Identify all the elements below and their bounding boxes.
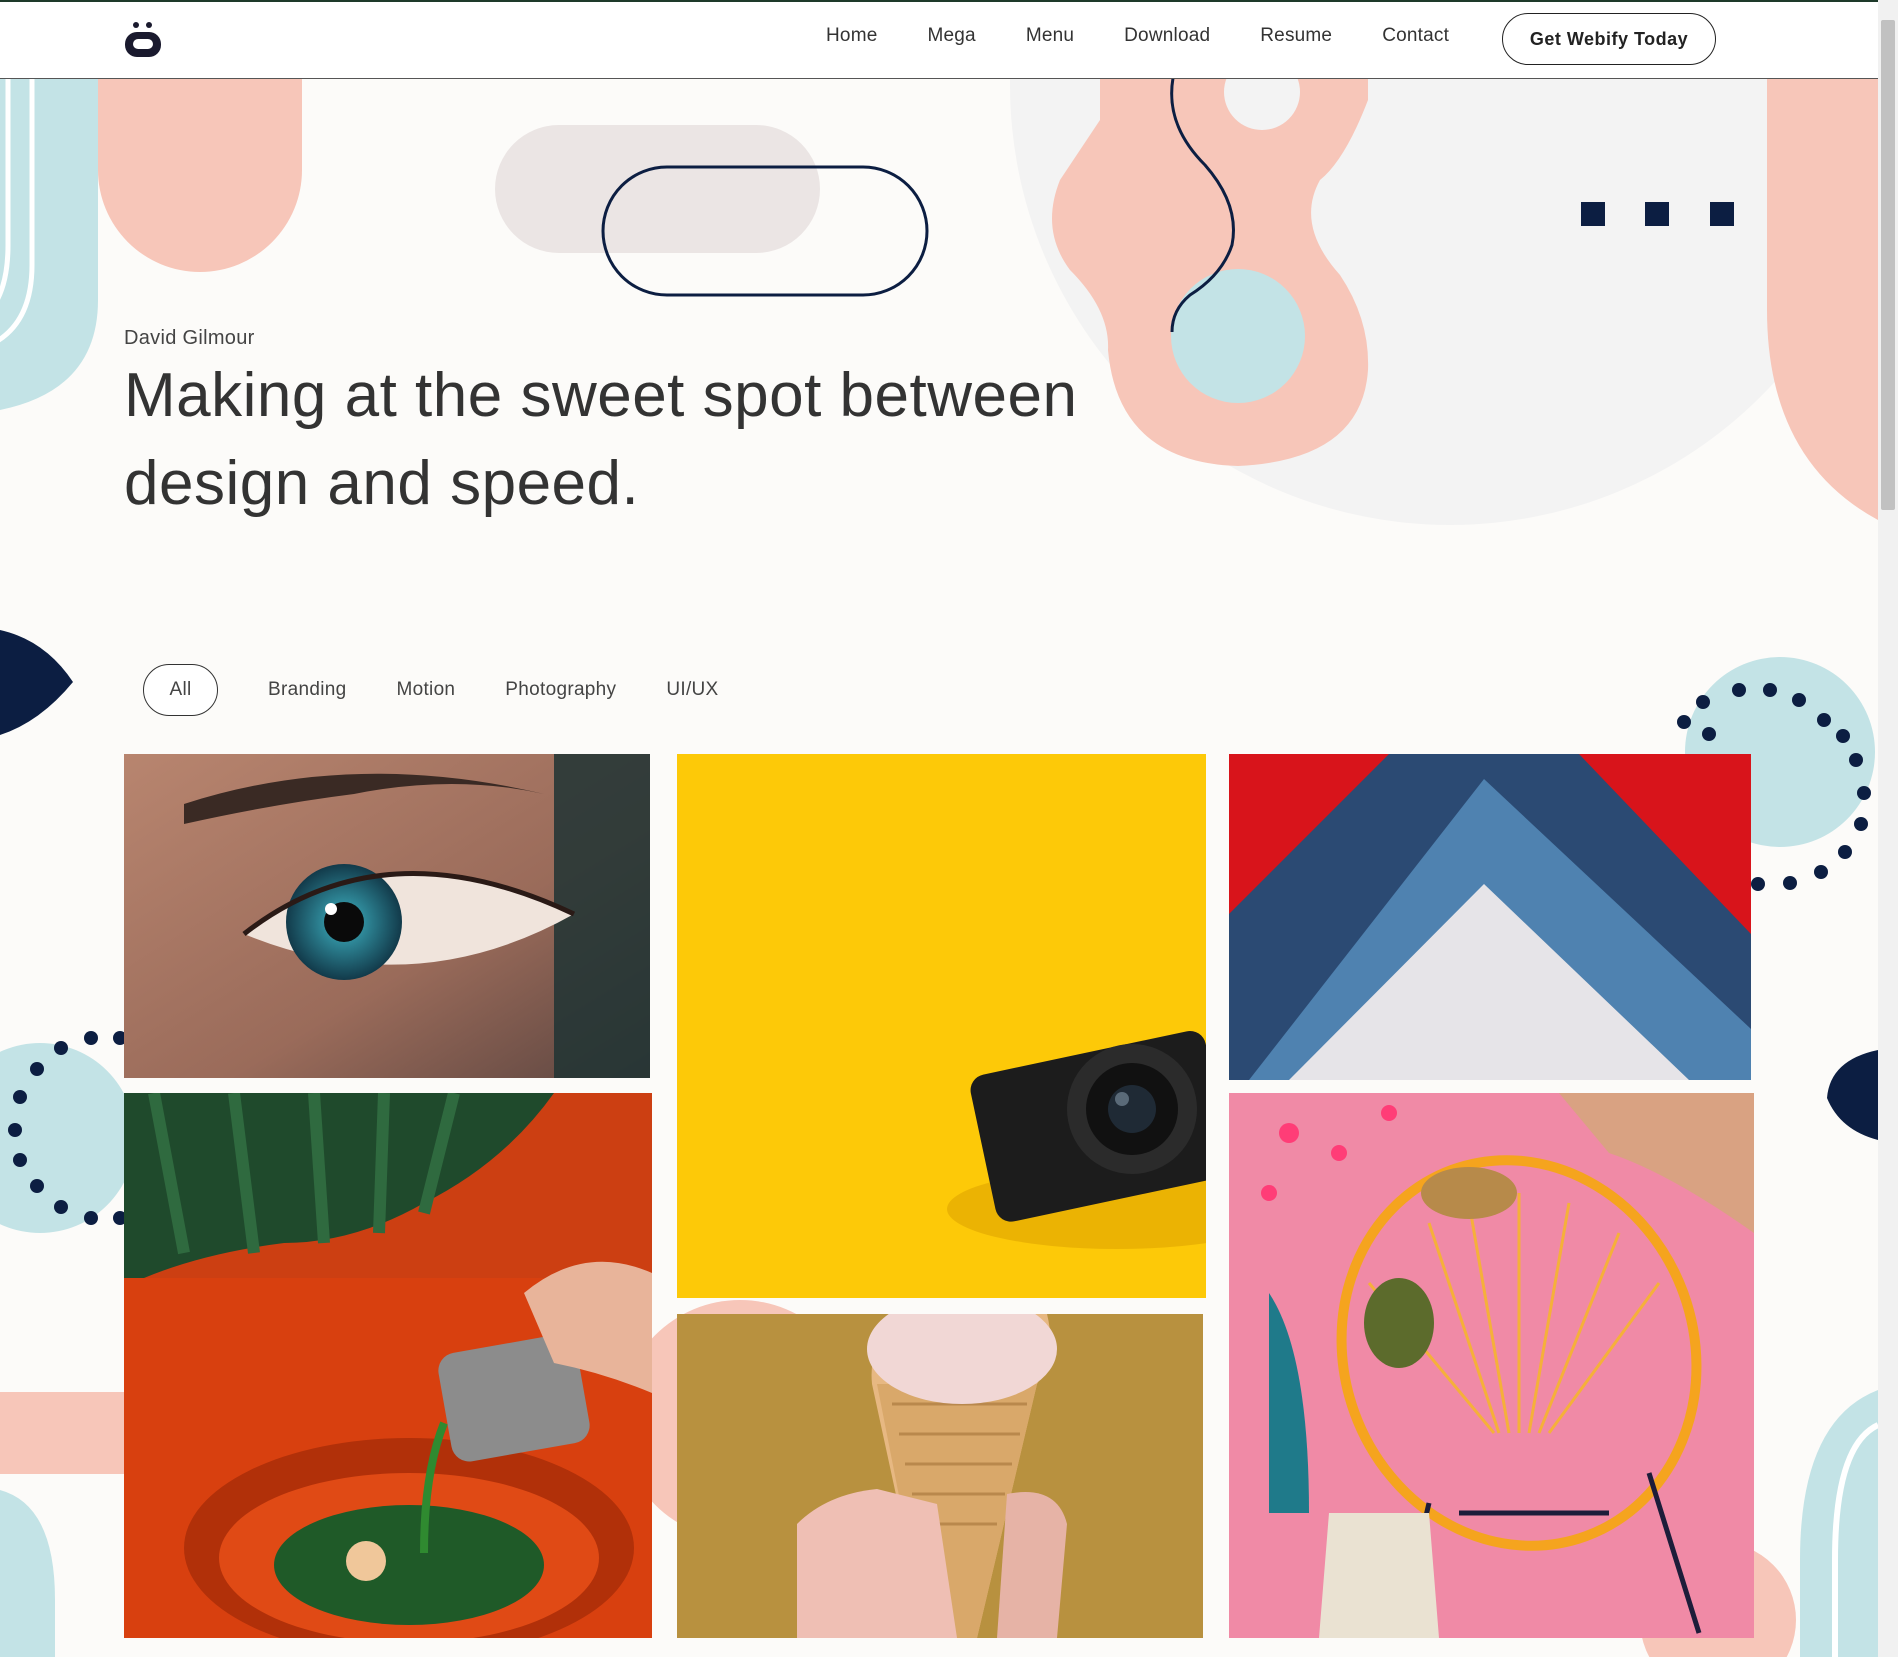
filter-motion-button[interactable]: Motion [396, 679, 455, 701]
navy-square-shape [1710, 202, 1734, 226]
left-blue-arch-shape [0, 78, 98, 410]
gallery-tile-chair[interactable] [1229, 1093, 1754, 1638]
window-top-line [0, 0, 1898, 2]
icecream-photo [677, 1314, 1203, 1638]
gallery-tile-icecream[interactable] [677, 1314, 1203, 1638]
navy-square-shape [1645, 202, 1669, 226]
portfolio-filters: All Branding Motion Photography UI/UX [143, 664, 769, 716]
chevron-photo [1229, 754, 1751, 1080]
hero-headline: Making at the sweet spot between design … [124, 361, 1078, 518]
camera-photo [677, 754, 1206, 1298]
top-nav: Home Mega Menu Download Resume Contact G… [0, 0, 1878, 79]
bottom-left-peach-bar-shape [0, 1392, 140, 1474]
main-menu: Home Mega Menu Download Resume Contact [826, 25, 1499, 47]
gallery-tile-eye[interactable] [124, 754, 650, 1078]
robot-face-icon[interactable] [124, 19, 162, 59]
filter-photography-button[interactable]: Photography [505, 679, 616, 701]
author-name: David Gilmour [124, 327, 255, 349]
eye-photo [124, 754, 650, 1078]
nav-menu-link[interactable]: Menu [1026, 25, 1074, 47]
grey-pill-shape [495, 125, 820, 253]
peach-pill-shape [98, 78, 302, 272]
nav-resume-link[interactable]: Resume [1260, 25, 1332, 47]
get-webify-button[interactable]: Get Webify Today [1502, 13, 1716, 65]
filter-branding-button[interactable]: Branding [268, 679, 346, 701]
pouring-photo [124, 1093, 652, 1638]
nav-mega-link[interactable]: Mega [927, 25, 975, 47]
right-peach-column-shape [1767, 78, 1878, 520]
chair-photo [1229, 1093, 1754, 1638]
scrollbar-thumb[interactable] [1881, 20, 1895, 510]
navy-square-shape [1581, 202, 1605, 226]
nav-home-link[interactable]: Home [826, 25, 877, 47]
nav-contact-link[interactable]: Contact [1382, 25, 1449, 47]
gallery-tile-camera[interactable] [677, 754, 1206, 1298]
blue-dot-shape [1171, 269, 1305, 403]
gallery-tile-pouring[interactable] [124, 1093, 652, 1638]
gallery-tile-chevrons[interactable] [1229, 754, 1751, 1080]
page-scrollbar[interactable] [1878, 0, 1898, 1657]
right-navy-leaf-shape [1827, 1050, 1878, 1140]
nav-download-link[interactable]: Download [1124, 25, 1210, 47]
left-navy-leaf-shape [0, 630, 73, 735]
filter-uiux-button[interactable]: UI/UX [666, 679, 718, 701]
filter-all-button[interactable]: All [143, 664, 218, 716]
bottom-left-blue-arch-shape [0, 1490, 55, 1657]
